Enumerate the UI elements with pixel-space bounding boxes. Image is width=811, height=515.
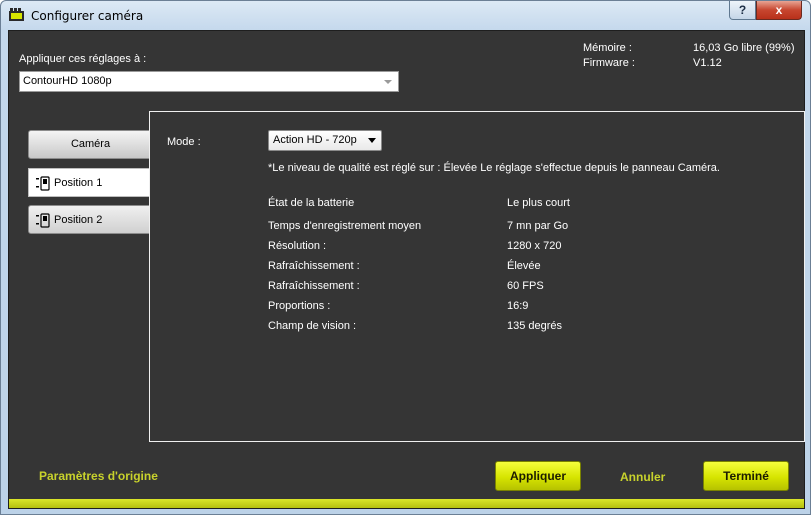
quality-note: *Le niveau de qualité est réglé sur : Él… <box>268 162 720 174</box>
aspect-ratio-label: Proportions : <box>268 300 331 312</box>
recording-time-label: Temps d'enregistrement moyen <box>268 220 422 232</box>
camera-app-icon <box>9 8 24 21</box>
tab-position-2[interactable]: Position 2 <box>28 205 153 234</box>
dropdown-arrow-icon <box>368 138 376 143</box>
refresh-rate-label: Rafraîchissement : <box>268 280 360 292</box>
done-button[interactable]: Terminé <box>703 461 789 491</box>
mode-select[interactable]: Action HD - 720p <box>268 130 382 151</box>
tab-camera[interactable]: Caméra <box>28 130 153 159</box>
configure-camera-window: Configurer caméra ? x Appliquer ces régl… <box>0 0 811 515</box>
refresh-rate-value: 60 FPS <box>507 280 544 292</box>
tab-position-1[interactable]: Position 1 <box>28 168 153 197</box>
refresh-quality-label: Rafraîchissement : <box>268 260 360 272</box>
firmware-value: V1.12 <box>693 57 722 69</box>
window-title: Configurer caméra <box>31 9 144 23</box>
reset-defaults-link[interactable]: Paramètres d'origine <box>39 469 158 483</box>
battery-value: Le plus court <box>507 197 570 209</box>
memory-value: 16,03 Go libre (99%) <box>693 42 795 54</box>
help-button[interactable]: ? <box>729 1 756 20</box>
field-of-view-label: Champ de vision : <box>268 320 357 332</box>
memory-label: Mémoire : <box>583 42 632 54</box>
apply-button[interactable]: Appliquer <box>495 461 581 491</box>
mode-select-value: Action HD - 720p <box>273 134 357 146</box>
device-select-value: ContourHD 1080p <box>23 75 112 87</box>
apply-settings-label: Appliquer ces réglages à : <box>19 53 147 65</box>
recording-time-value: 7 mn par Go <box>507 220 569 232</box>
resolution-label: Résolution : <box>268 240 327 252</box>
firmware-label: Firmware : <box>583 57 635 69</box>
settings-panel: Mode : Action HD - 720p *Le niveau de qu… <box>149 111 805 442</box>
accent-bar <box>9 499 804 508</box>
title-bar[interactable]: Configurer caméra ? x <box>1 1 811 31</box>
refresh-quality-value: Élevée <box>507 260 541 272</box>
tab-label: Position 2 <box>54 214 103 226</box>
battery-label: État de la batterie <box>268 197 355 209</box>
resolution-value: 1280 x 720 <box>507 240 562 252</box>
cancel-button[interactable]: Annuler <box>620 470 665 484</box>
chevron-down-icon <box>384 80 392 84</box>
field-of-view-value: 135 degrés <box>507 320 563 332</box>
aspect-ratio-value: 16:9 <box>507 300 529 312</box>
camera-position-icon <box>36 213 50 228</box>
tab-label: Position 1 <box>54 177 103 189</box>
device-select[interactable]: ContourHD 1080p <box>19 71 399 92</box>
mode-label: Mode : <box>167 136 201 148</box>
camera-position-icon <box>36 176 50 191</box>
dialog-body: Appliquer ces réglages à : ContourHD 108… <box>8 30 805 509</box>
close-button[interactable]: x <box>756 1 802 20</box>
